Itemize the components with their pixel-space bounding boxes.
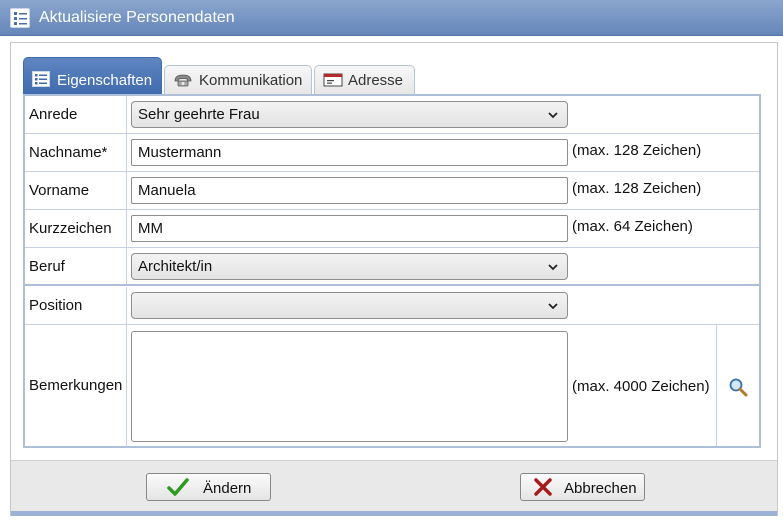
column-divider [716, 325, 717, 446]
vorname-value: Manuela [138, 182, 196, 199]
window-title: Aktualisiere Personendaten [39, 9, 235, 26]
nachname-input[interactable]: Mustermann [131, 139, 568, 166]
chevron-down-icon [548, 264, 558, 271]
vorname-input[interactable]: Manuela [131, 177, 568, 204]
bemerkungen-hint: (max. 4000 Zeichen) [572, 378, 710, 395]
beruf-value: Architekt/in [138, 258, 213, 275]
form-row-bemerkungen: Bemerkungen (max. 4000 Zeichen) [25, 325, 759, 446]
position-select[interactable] [131, 292, 568, 319]
tab-eigenschaften[interactable]: Eigenschaften [23, 57, 162, 95]
x-icon [533, 477, 555, 497]
phone-icon [173, 72, 192, 88]
form-row-position: Position [25, 287, 759, 325]
properties-form: Anrede Sehr geehrte Frau Nachname* Muste… [23, 94, 761, 448]
tab-kommunikation[interactable]: Kommunikation [164, 65, 312, 95]
chevron-down-icon [548, 112, 558, 119]
nachname-value: Mustermann [138, 144, 222, 161]
beruf-select[interactable]: Architekt/in [131, 253, 568, 280]
tab-adresse[interactable]: Adresse [314, 65, 415, 95]
anrede-value: Sehr geehrte Frau [138, 106, 260, 123]
save-button[interactable]: Ändern [146, 473, 271, 501]
vorname-label: Vorname [25, 172, 127, 209]
form-row-vorname: Vorname Manuela (max. 128 Zeichen) [25, 172, 759, 210]
beruf-label: Beruf [25, 248, 127, 284]
bemerkungen-textarea[interactable] [131, 331, 568, 442]
dialog-footer [11, 460, 777, 515]
tab-label: Adresse [348, 72, 404, 89]
cancel-button-label: Abbrechen [564, 480, 637, 497]
kurzzeichen-hint: (max. 64 Zeichen) [572, 218, 693, 235]
checkmark-icon [167, 477, 189, 497]
nachname-hint: (max. 128 Zeichen) [572, 142, 702, 159]
position-label: Position [25, 287, 127, 324]
anrede-select[interactable]: Sehr geehrte Frau [131, 101, 568, 128]
footer-stripe [11, 511, 777, 516]
vorname-hint: (max. 128 Zeichen) [572, 180, 702, 197]
window-titlebar: Aktualisiere Personendaten [0, 0, 783, 36]
anrede-label: Anrede [25, 96, 127, 133]
form-row-anrede: Anrede Sehr geehrte Frau [25, 96, 759, 134]
form-row-kurzzeichen: Kurzzeichen MM (max. 64 Zeichen) [25, 210, 759, 248]
kurzzeichen-input[interactable]: MM [131, 215, 568, 242]
save-button-label: Ändern [203, 480, 252, 497]
magnifier-icon[interactable] [728, 377, 748, 397]
list-icon [32, 71, 50, 87]
nachname-label: Nachname* [25, 134, 127, 171]
tab-label: Kommunikation [199, 72, 303, 89]
cancel-button[interactable]: Abbrechen [520, 473, 645, 501]
bemerkungen-label: Bemerkungen [25, 325, 127, 446]
tab-label: Eigenschaften [57, 72, 153, 89]
form-row-beruf: Beruf Architekt/in [25, 248, 759, 286]
address-card-icon [323, 72, 343, 88]
kurzzeichen-label: Kurzzeichen [25, 210, 127, 247]
list-icon [10, 8, 30, 28]
kurzzeichen-value: MM [138, 220, 163, 237]
form-row-nachname: Nachname* Mustermann (max. 128 Zeichen) [25, 134, 759, 172]
chevron-down-icon [548, 303, 558, 310]
